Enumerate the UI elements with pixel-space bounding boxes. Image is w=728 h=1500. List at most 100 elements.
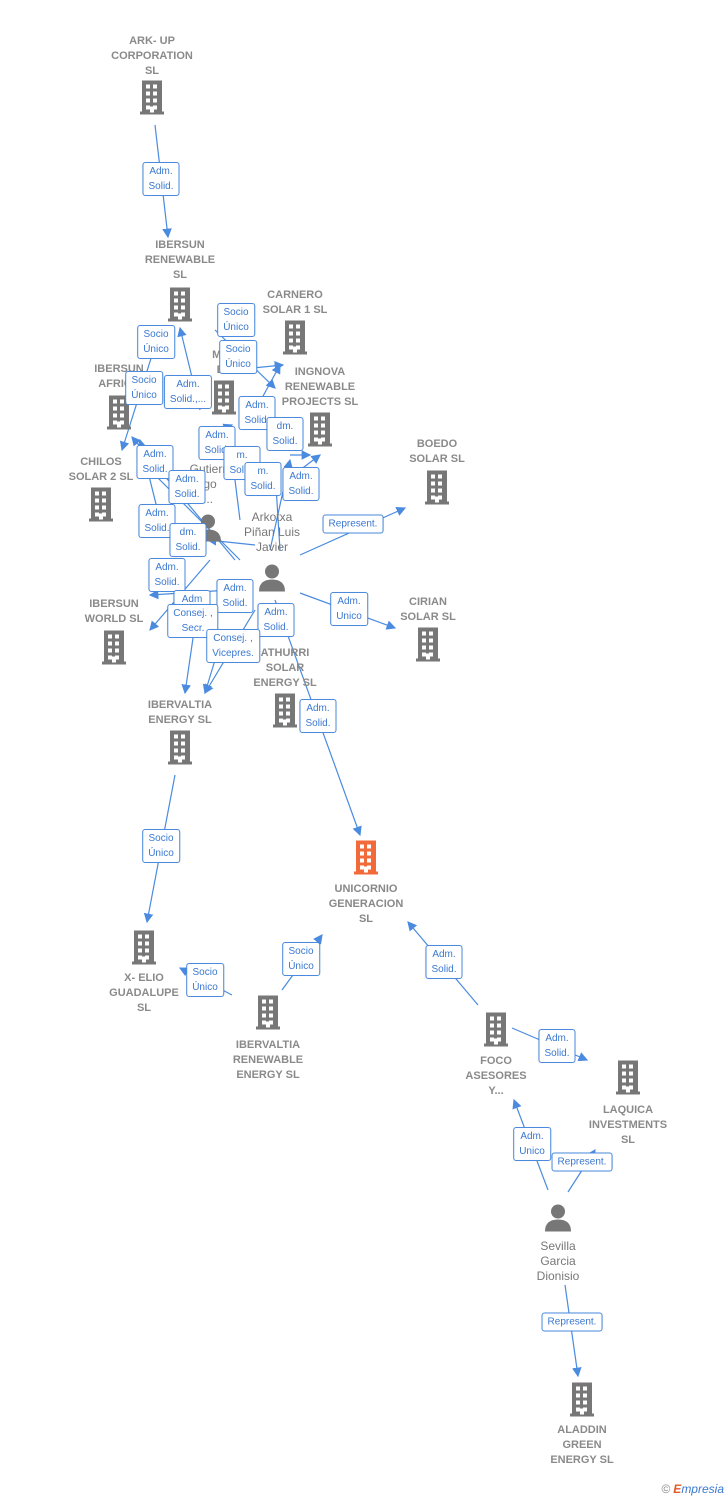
node-label-line: INGNOVA (294, 366, 346, 378)
node-label-line: PROJECTS SL (281, 396, 359, 408)
relation-label[interactable]: Represent. (551, 1152, 613, 1172)
relation-label[interactable]: Adm. Solid. (142, 162, 180, 196)
building-icon[interactable] (102, 630, 126, 670)
building-icon[interactable] (308, 412, 332, 452)
node-label[interactable]: FOCO ASESORES Y... (465, 1054, 526, 1099)
relation-label[interactable]: Adm. Solid. (538, 1029, 576, 1063)
relation-label[interactable]: Represent. (541, 1312, 603, 1332)
node-label-line: CHILOS (80, 456, 122, 468)
node-label[interactable]: IBERSUN WORLD SL (85, 597, 144, 627)
node-label-line: SOLAR SL (400, 611, 456, 623)
node-label[interactable]: Arkotxa Piñan Luis Javier (244, 510, 300, 555)
building-icon[interactable] (132, 930, 156, 970)
node-label-line: ALADDIN (557, 1424, 607, 1436)
building-icon[interactable] (168, 287, 192, 327)
node-label-line: ASESORES (465, 1070, 527, 1082)
relation-label[interactable]: dm. Solid. (266, 417, 304, 451)
node-label[interactable]: ALADDIN GREEN ENERGY SL (550, 1423, 613, 1468)
building-icon[interactable] (283, 320, 307, 360)
node-label-line: LAQUICA (602, 1104, 654, 1116)
node-label-line: SOLAR (265, 662, 305, 674)
node-label-line: SOLAR 2 SL (68, 471, 134, 483)
node-label[interactable]: IBERVALTIA RENEWABLE ENERGY SL (233, 1038, 303, 1083)
relation-label[interactable]: Adm. Solid. (148, 558, 186, 592)
node-label-line: ENERGY SL (236, 1069, 300, 1081)
node-label-line: CIRIAN (409, 596, 447, 608)
relation-label[interactable]: Adm. Solid. (299, 699, 337, 733)
building-icon[interactable] (168, 730, 192, 770)
node-label-line: ATHURRI (260, 647, 310, 659)
node-label[interactable]: CARNERO SOLAR 1 SL (263, 288, 328, 318)
node-label[interactable]: Sevilla Garcia Dionisio (537, 1239, 580, 1284)
node-label-line: RENEWABLE (144, 254, 216, 266)
node-label[interactable]: CIRIAN SOLAR SL (400, 595, 456, 625)
node-label-line: IBERVALTIA (235, 1039, 301, 1051)
node-label-line: FOCO (480, 1055, 512, 1067)
node-label[interactable]: UNICORNIO GENERACION SL (329, 882, 404, 927)
node-label[interactable]: IBERVALTIA ENERGY SL (148, 698, 212, 728)
building-icon[interactable] (256, 995, 280, 1035)
node-label[interactable]: INGNOVA RENEWABLE PROJECTS SL (282, 365, 358, 410)
node-label-line: SOLAR SL (409, 453, 465, 465)
relation-edge (202, 659, 216, 695)
building-icon[interactable] (416, 627, 440, 667)
building-icon[interactable] (273, 693, 297, 733)
node-label-line: IBERVALTIA (147, 699, 213, 711)
node-label[interactable]: X- ELIO GUADALUPE SL (109, 971, 179, 1016)
node-label-line: GENERACION (328, 898, 404, 910)
building-icon[interactable] (89, 487, 113, 527)
building-icon[interactable] (354, 840, 378, 880)
node-label-line: Javier (255, 540, 289, 554)
node-label-line: Arkotxa (251, 510, 293, 524)
node-label[interactable]: LAQUICA INVESTMENTS SL (589, 1103, 667, 1148)
relation-label[interactable]: Socio Único (217, 303, 255, 337)
node-label-line: WORLD SL (84, 613, 144, 625)
node-label-line: UNICORNIO (334, 883, 398, 895)
node-label-line: GREEN (562, 1439, 602, 1451)
relation-label[interactable]: m. Solid. (244, 462, 282, 496)
node-label[interactable]: ARK- UP CORPORATION SL (111, 34, 193, 79)
building-icon[interactable] (140, 80, 164, 120)
edges-layer (119, 124, 596, 1378)
person-icon[interactable] (258, 564, 286, 597)
node-label-line: SOLAR 1 SL (262, 304, 328, 316)
relation-label[interactable]: Adm. Unico (513, 1127, 551, 1161)
relation-label[interactable]: Adm. Solid. (425, 945, 463, 979)
node-label[interactable]: ATHURRI SOLAR ENERGY SL (253, 646, 316, 691)
node-label-line: SL (172, 269, 188, 281)
relation-label[interactable]: Socio Único (282, 942, 320, 976)
relation-label[interactable]: Socio Único (137, 325, 175, 359)
relation-label[interactable]: Adm. Solid. (257, 603, 295, 637)
node-label[interactable]: IBERSUN RENEWABLE SL (145, 238, 215, 283)
building-icon[interactable] (425, 470, 449, 510)
node-label-line: Piñan Luis (243, 525, 301, 539)
relation-label[interactable]: Consej. , Vicepres. (206, 629, 260, 663)
node-label-line: IBERSUN (155, 239, 205, 251)
node-label-line: SL (620, 1134, 636, 1146)
relation-label[interactable]: Adm. Solid. (168, 470, 206, 504)
person-icon[interactable] (544, 1204, 572, 1237)
footer-brand: © Empresia (661, 1482, 724, 1496)
relation-label[interactable]: Socio Único (125, 371, 163, 405)
relation-label[interactable]: Socio Único (219, 340, 257, 374)
relation-label[interactable]: Adm. Solid.,... (163, 375, 213, 409)
building-icon[interactable] (616, 1060, 640, 1100)
node-label-line: Garcia (540, 1254, 576, 1268)
node-label[interactable]: CHILOS SOLAR 2 SL (69, 455, 134, 485)
building-icon[interactable] (484, 1012, 508, 1052)
node-label-line: Dionisio (536, 1269, 580, 1283)
node-label[interactable]: BOEDO SOLAR SL (409, 437, 465, 467)
relation-label[interactable]: Adm. Solid. (216, 579, 254, 613)
node-label-line: SL (358, 913, 374, 925)
building-icon[interactable] (212, 380, 236, 420)
relation-label[interactable]: Socio Único (186, 963, 224, 997)
relation-label[interactable]: Adm. Solid. (282, 467, 320, 501)
relation-label[interactable]: Socio Único (142, 829, 180, 863)
node-label-line: ENERGY SL (550, 1454, 614, 1466)
relation-label[interactable]: dm. Solid. (169, 523, 207, 557)
node-label-line: RENEWABLE (232, 1054, 304, 1066)
relation-label[interactable]: Represent. (322, 514, 384, 534)
relation-label[interactable]: Adm. Unico (330, 592, 368, 626)
building-icon[interactable] (570, 1382, 594, 1422)
node-label-line: CARNERO (267, 289, 323, 301)
